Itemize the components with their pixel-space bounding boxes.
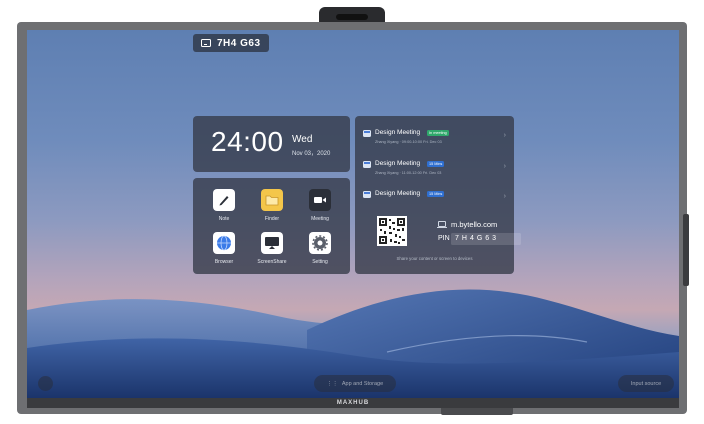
apps-dock-button[interactable]: ⋮⋮ App and Storage	[314, 375, 396, 392]
meeting-title: Design Meeting	[375, 190, 421, 197]
app-label: Browser	[214, 259, 234, 265]
pen-icon	[213, 189, 235, 211]
whiteboard-button[interactable]	[38, 376, 53, 391]
chevron-right-icon: ›	[503, 193, 506, 200]
room-code-text: 7H4 G63	[217, 37, 261, 49]
meeting-status-badge: In meeting	[427, 129, 449, 136]
gear-icon	[309, 232, 331, 254]
app-label: Note	[218, 216, 230, 222]
clock-date: Nov 03，2020	[292, 151, 331, 157]
pin-label: PIN	[438, 235, 450, 242]
meeting-status-badge: 15 Mins	[427, 160, 445, 167]
screen-share-icon	[261, 232, 283, 254]
pin-code: 7H4G63	[451, 233, 521, 245]
meeting-details: Zhang Xiyang · 09:00-10:00 Fri. Dec 03	[375, 140, 442, 144]
video-camera-icon	[309, 189, 331, 211]
app-screenshare[interactable]: ScreenShare	[249, 232, 295, 265]
app-note[interactable]: Note	[201, 189, 247, 222]
meeting-details: Zhang Xiyang · 11:00-12:00 Fri. Dec 03	[375, 171, 442, 175]
app-label: Meeting	[311, 216, 329, 222]
globe-icon	[213, 232, 235, 254]
app-label: Setting	[312, 259, 328, 265]
room-code-badge[interactable]: 7H4 G63	[193, 34, 269, 52]
meeting-status-badge: 15 Mins	[427, 190, 445, 197]
calendar-icon	[363, 191, 371, 198]
app-label: ScreenShare	[257, 259, 287, 265]
clock-day: Wed	[292, 134, 313, 145]
app-browser[interactable]: Browser	[201, 232, 247, 265]
app-meeting[interactable]: Meeting	[297, 189, 343, 222]
meeting-title: Design Meeting	[375, 129, 421, 136]
display-photo: 7H4 G63 24:00 Wed Nov 03，2020 Note Finde…	[0, 0, 704, 424]
input-source-button[interactable]: Input source	[618, 375, 674, 392]
clock-widget: 24:00 Wed Nov 03，2020	[193, 116, 350, 172]
app-label: Finder	[264, 216, 280, 222]
bottom-bezel: MAXHUB	[27, 398, 679, 408]
chevron-right-icon: ›	[503, 163, 506, 170]
share-hint: Share your content or screen to devices	[396, 256, 473, 261]
laptop-icon	[437, 221, 447, 228]
home-screen: 7H4 G63 24:00 Wed Nov 03，2020 Note Finde…	[27, 30, 679, 398]
brand-logo: MAXHUB	[336, 400, 370, 406]
grid-icon: ⋮⋮	[326, 380, 338, 387]
calendar-icon	[363, 161, 371, 168]
camera-lens	[336, 14, 368, 20]
folder-icon	[261, 189, 283, 211]
side-port	[683, 214, 689, 286]
join-url: m.bytello.com	[451, 220, 498, 229]
apps-widget: Note Finder Meeting Browser ScreenShare …	[193, 178, 350, 274]
display-stand	[441, 408, 513, 415]
input-source-label: Input source	[630, 380, 662, 387]
meeting-item[interactable]: Design Meeting 15 Mins Zhang Xiyang · 11…	[363, 159, 508, 185]
app-finder[interactable]: Finder	[249, 189, 295, 222]
meetings-widget: Design Meeting In meeting Zhang Xiyang ·…	[355, 116, 521, 274]
meeting-title: Design Meeting	[375, 160, 421, 167]
app-setting[interactable]: Setting	[297, 232, 343, 265]
clock-time: 24:00	[211, 126, 284, 157]
meeting-item[interactable]: Design Meeting 15 Mins ›	[363, 189, 508, 215]
wallpaper-dunes	[27, 289, 679, 398]
qr-code	[377, 216, 407, 246]
apps-dock-label: App and Storage	[341, 380, 384, 387]
meeting-item[interactable]: Design Meeting In meeting Zhang Xiyang ·…	[363, 128, 508, 154]
chevron-right-icon: ›	[503, 132, 506, 139]
calendar-icon	[363, 130, 371, 137]
cast-icon	[201, 39, 211, 47]
